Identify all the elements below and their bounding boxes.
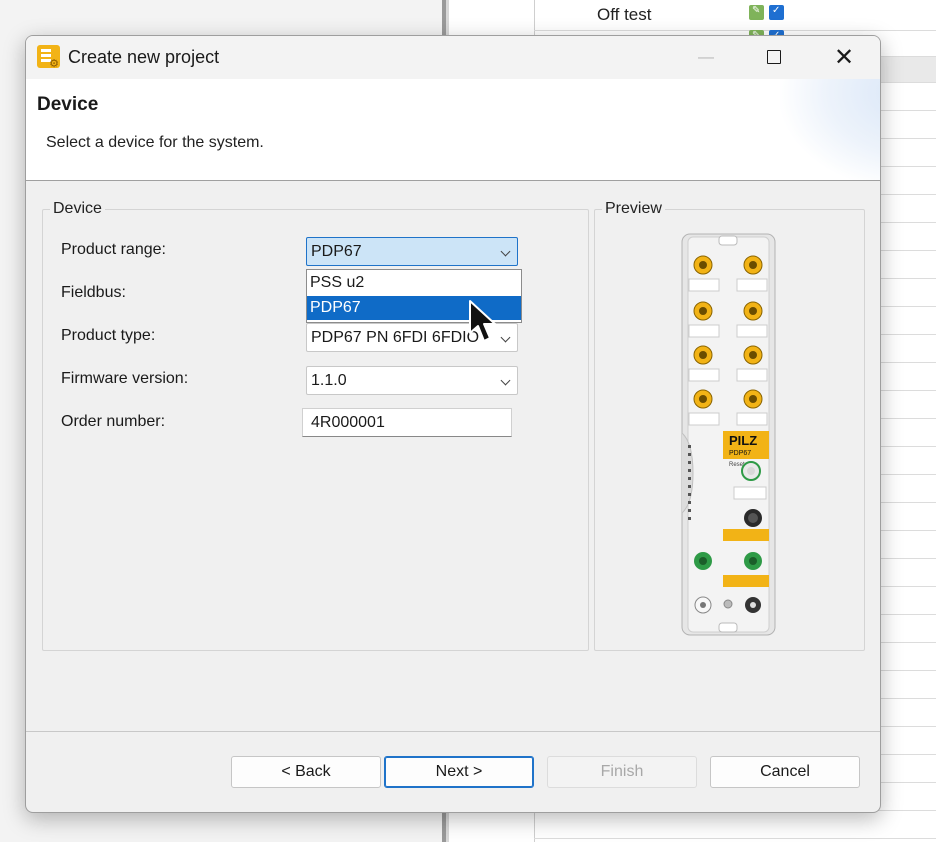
create-project-dialog: Create new project — ✕ Device Select a d… xyxy=(25,35,881,813)
dialog-title: Create new project xyxy=(68,47,220,67)
product-range-label: Product range: xyxy=(61,241,166,258)
device-group-title: Device xyxy=(50,200,105,218)
dropdown-option-pss-u2[interactable]: PSS u2 xyxy=(307,271,521,295)
page-subtitle: Select a device for the system. xyxy=(46,134,264,151)
header-decoration xyxy=(780,79,880,180)
preview-group-title: Preview xyxy=(602,200,665,218)
order-number-field[interactable]: 4R000001 xyxy=(302,408,512,437)
cancel-button[interactable]: Cancel xyxy=(710,756,860,788)
brand-label: PILZ xyxy=(729,433,757,448)
finish-button[interactable]: Finish xyxy=(547,756,697,788)
order-number-value: 4R000001 xyxy=(311,414,385,431)
product-type-value: PDP67 PN 6FDI 6FDIO xyxy=(311,329,480,346)
firmware-version-value: 1.1.0 xyxy=(311,372,347,389)
maximize-button[interactable] xyxy=(746,36,802,79)
close-button[interactable]: ✕ xyxy=(816,36,872,79)
firmware-version-combo[interactable]: 1.1.0 xyxy=(306,366,518,395)
minimize-button[interactable]: — xyxy=(678,36,734,79)
background-row-text: Off test xyxy=(597,5,652,24)
title-bar[interactable]: Create new project — ✕ xyxy=(26,36,880,79)
page-title: Device xyxy=(37,94,99,115)
next-button[interactable]: Next > xyxy=(384,756,534,788)
product-range-value: PDP67 xyxy=(311,243,362,260)
chevron-down-icon xyxy=(500,375,511,386)
product-type-label: Product type: xyxy=(61,327,156,344)
product-range-combo[interactable]: PDP67 xyxy=(306,237,518,266)
back-button[interactable]: < Back xyxy=(231,756,381,788)
mouse-pointer-icon xyxy=(469,300,496,342)
background-row-line xyxy=(534,30,936,31)
fieldbus-label: Fieldbus: xyxy=(61,284,126,301)
app-icon xyxy=(37,45,60,70)
background-row-line xyxy=(534,838,936,839)
firmware-version-label: Firmware version: xyxy=(61,370,189,387)
order-number-label: Order number: xyxy=(61,413,166,430)
model-label: PDP67 xyxy=(729,450,751,457)
chevron-down-icon xyxy=(500,246,511,257)
edit-icon[interactable] xyxy=(749,5,764,20)
chevron-down-icon xyxy=(500,332,511,343)
device-preview-image: PILZ PDP67 Reset xyxy=(681,233,776,636)
wizard-header: Device Select a device for the system. xyxy=(26,79,880,181)
footer-separator xyxy=(26,731,880,732)
check-icon[interactable] xyxy=(769,5,784,20)
